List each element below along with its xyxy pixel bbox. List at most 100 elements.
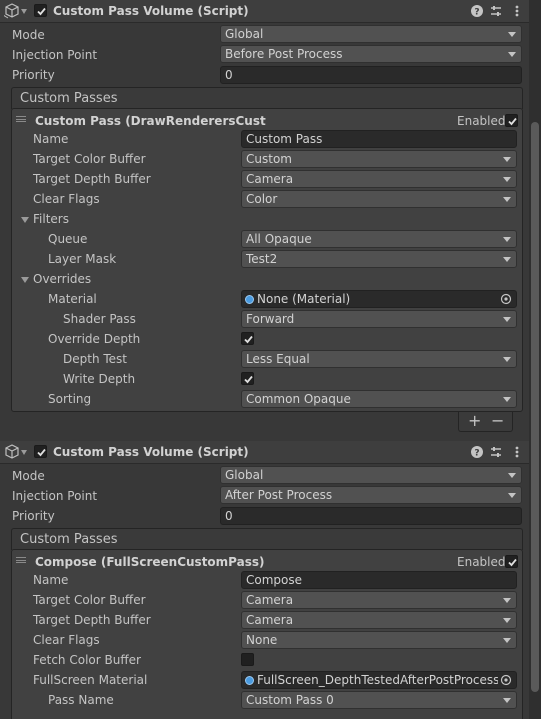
dropdown-arrow-icon (503, 237, 511, 242)
override-depth-checkbox[interactable] (241, 332, 254, 345)
fold-arrow-icon[interactable] (21, 9, 27, 14)
target-color-buffer-dropdown[interactable]: Camera (241, 591, 517, 609)
target-depth-buffer-dropdown[interactable]: Camera (241, 611, 517, 629)
object-picker-icon[interactable] (498, 292, 514, 306)
depth-test-value: Less Equal (246, 352, 310, 366)
depth-test-label: Depth Test (63, 352, 127, 366)
mode-value: Global (225, 27, 264, 41)
fold-arrow-icon[interactable] (21, 450, 27, 455)
add-pass-button[interactable]: + (468, 412, 481, 430)
target-color-buffer-label: Target Color Buffer (33, 152, 146, 166)
layer-mask-value: Test2 (246, 252, 278, 266)
write-depth-checkbox[interactable] (241, 372, 254, 385)
clear-flags-dropdown[interactable]: None (241, 631, 517, 649)
write-depth-label: Write Depth (63, 372, 136, 386)
dropdown-arrow-icon (503, 598, 511, 603)
name-label: Name (33, 573, 69, 587)
more-options-icon[interactable] (510, 445, 524, 459)
svg-text:?: ? (474, 8, 479, 18)
component-enabled-checkbox[interactable] (34, 445, 47, 458)
layer-mask-dropdown[interactable]: Test2 (241, 250, 517, 268)
svg-text:?: ? (474, 449, 479, 459)
custom-passes-title: Custom Passes (20, 91, 118, 106)
object-picker-icon[interactable] (498, 673, 514, 687)
component-header[interactable]: Custom Pass Volume (Script) ? (0, 441, 529, 464)
scrollbar-thumb[interactable] (531, 122, 539, 692)
drag-handle-icon[interactable] (16, 116, 26, 122)
dropdown-arrow-icon (503, 317, 511, 322)
injection-point-dropdown[interactable]: Before Post Process (220, 45, 522, 63)
shader-pass-dropdown[interactable]: Forward (241, 310, 517, 328)
sorting-dropdown[interactable]: Common Opaque (241, 390, 517, 408)
target-color-buffer-label: Target Color Buffer (33, 593, 146, 607)
cube-icon (5, 444, 19, 459)
name-input[interactable]: Compose (241, 571, 517, 589)
custom-passes-header: Custom Passes (11, 87, 523, 109)
priority-value: 0 (225, 509, 233, 523)
dropdown-arrow-icon (503, 157, 511, 162)
material-icon (245, 295, 254, 304)
sorting-value: Common Opaque (246, 392, 351, 406)
clear-flags-value: None (246, 633, 278, 647)
inspector-scrollbar[interactable] (529, 0, 541, 719)
name-input[interactable]: Custom Pass (241, 130, 517, 148)
fullscreen-material-label: FullScreen Material (33, 673, 148, 687)
pass-name-dropdown[interactable]: Custom Pass 0 (241, 691, 517, 709)
layer-mask-label: Layer Mask (48, 252, 117, 266)
target-depth-buffer-value: Camera (246, 613, 294, 627)
dropdown-arrow-icon (503, 638, 511, 643)
pass-enabled-label: Enabled (457, 555, 506, 569)
pass-name-label: Pass Name (48, 693, 114, 707)
shader-pass-label: Shader Pass (63, 312, 136, 326)
clear-flags-label: Clear Flags (33, 633, 100, 647)
remove-pass-button[interactable]: − (491, 412, 504, 430)
component-title: Custom Pass Volume (Script) (53, 4, 249, 18)
dropdown-arrow-icon (503, 698, 511, 703)
mode-dropdown[interactable]: Global (220, 466, 522, 484)
injection-point-label: Injection Point (12, 489, 98, 503)
fetch-color-buffer-label: Fetch Color Buffer (33, 653, 141, 667)
target-depth-buffer-label: Target Depth Buffer (33, 613, 151, 627)
target-color-buffer-dropdown[interactable]: Custom (241, 150, 517, 168)
cube-icon (4, 3, 19, 19)
dropdown-arrow-icon (508, 493, 516, 498)
target-color-buffer-value: Custom (246, 152, 292, 166)
component-enabled-checkbox[interactable] (34, 4, 47, 17)
queue-label: Queue (48, 232, 88, 246)
mode-dropdown[interactable]: Global (220, 25, 522, 43)
filters-label[interactable]: Filters (33, 212, 69, 226)
pass-enabled-checkbox[interactable] (505, 114, 518, 127)
priority-input[interactable]: 0 (220, 66, 522, 84)
dropdown-arrow-icon (503, 618, 511, 623)
filters-foldout-icon[interactable] (21, 217, 29, 223)
pass-enabled-checkbox[interactable] (505, 555, 518, 568)
material-icon (245, 676, 254, 685)
overrides-foldout-icon[interactable] (21, 277, 29, 283)
target-depth-buffer-dropdown[interactable]: Camera (241, 170, 517, 188)
queue-dropdown[interactable]: All Opaque (241, 230, 517, 248)
fullscreen-material-object-field[interactable]: FullScreen_DepthTestedAfterPostProcess (241, 671, 517, 689)
overrides-label[interactable]: Overrides (33, 272, 91, 286)
drag-handle-icon[interactable] (16, 557, 26, 563)
presets-icon[interactable] (489, 4, 503, 18)
depth-test-dropdown[interactable]: Less Equal (241, 350, 517, 368)
priority-input[interactable]: 0 (220, 507, 522, 525)
pass-enabled-label: Enabled (457, 114, 506, 128)
dropdown-arrow-icon (503, 257, 511, 262)
help-icon[interactable]: ? (470, 4, 484, 18)
material-object-field[interactable]: None (Material) (241, 290, 517, 308)
override-depth-label: Override Depth (48, 332, 141, 346)
help-icon[interactable]: ? (470, 445, 484, 459)
clear-flags-dropdown[interactable]: Color (241, 190, 517, 208)
mode-label: Mode (12, 469, 45, 483)
component-header[interactable]: Custom Pass Volume (Script) ? (0, 0, 529, 23)
presets-icon[interactable] (489, 445, 503, 459)
name-value: Custom Pass (246, 132, 323, 146)
fetch-color-buffer-checkbox[interactable] (241, 653, 254, 666)
clear-flags-label: Clear Flags (33, 192, 100, 206)
pass-name-value: Custom Pass 0 (246, 693, 334, 707)
more-options-icon[interactable] (510, 4, 524, 18)
dropdown-arrow-icon (503, 397, 511, 402)
injection-point-dropdown[interactable]: After Post Process (220, 486, 522, 504)
target-color-buffer-value: Camera (246, 593, 294, 607)
